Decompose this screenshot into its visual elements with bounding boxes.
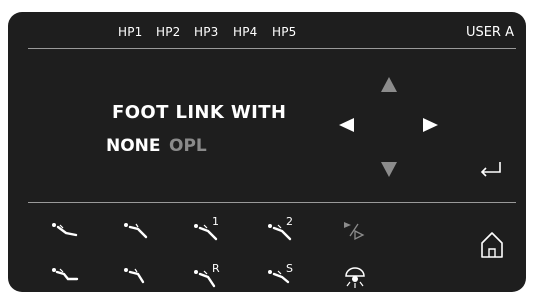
play-pause-icon[interactable] <box>342 220 372 244</box>
operating-light-icon[interactable] <box>342 266 372 290</box>
handpiece-tab-hp1[interactable]: HP1 <box>118 25 143 39</box>
svg-text:S: S <box>286 262 293 275</box>
header-divider <box>28 48 516 49</box>
chair-position-2-icon[interactable] <box>122 219 152 243</box>
chair-position-1-icon[interactable] <box>50 219 80 243</box>
option-none[interactable]: NONE <box>106 136 161 156</box>
option-opl[interactable]: OPL <box>169 136 207 156</box>
arrow-left-icon[interactable] <box>339 118 354 132</box>
handpiece-tab-hp5[interactable]: HP5 <box>272 25 297 39</box>
arrow-right-icon[interactable] <box>423 118 438 132</box>
enter-icon[interactable] <box>478 160 504 180</box>
user-label[interactable]: USER A <box>466 25 514 40</box>
arrow-up-icon[interactable] <box>381 77 397 92</box>
chair-position-3-icon[interactable] <box>50 264 80 288</box>
home-icon[interactable] <box>480 231 504 259</box>
chair-position-4-icon[interactable] <box>122 264 152 288</box>
header-bar: HP1 HP2 HP3 HP4 HP5 USER A <box>8 12 526 48</box>
screen-title: FOOT LINK WITH <box>112 102 287 123</box>
chair-return-icon[interactable]: R <box>192 262 222 288</box>
control-panel: HP1 HP2 HP3 HP4 HP5 USER A FOOT LINK WIT… <box>8 12 526 292</box>
svg-text:1: 1 <box>212 215 219 228</box>
svg-text:R: R <box>212 262 220 275</box>
arrow-down-icon[interactable] <box>381 162 397 177</box>
svg-text:2: 2 <box>286 215 293 228</box>
chair-spit-icon[interactable]: S <box>266 262 296 286</box>
handpiece-tab-hp2[interactable]: HP2 <box>156 25 181 39</box>
handpiece-tab-hp3[interactable]: HP3 <box>194 25 219 39</box>
handpiece-tab-hp4[interactable]: HP4 <box>233 25 258 39</box>
chair-memory-1-icon[interactable]: 1 <box>192 215 222 241</box>
chair-memory-2-icon[interactable]: 2 <box>266 215 296 241</box>
tools-divider <box>28 202 516 203</box>
